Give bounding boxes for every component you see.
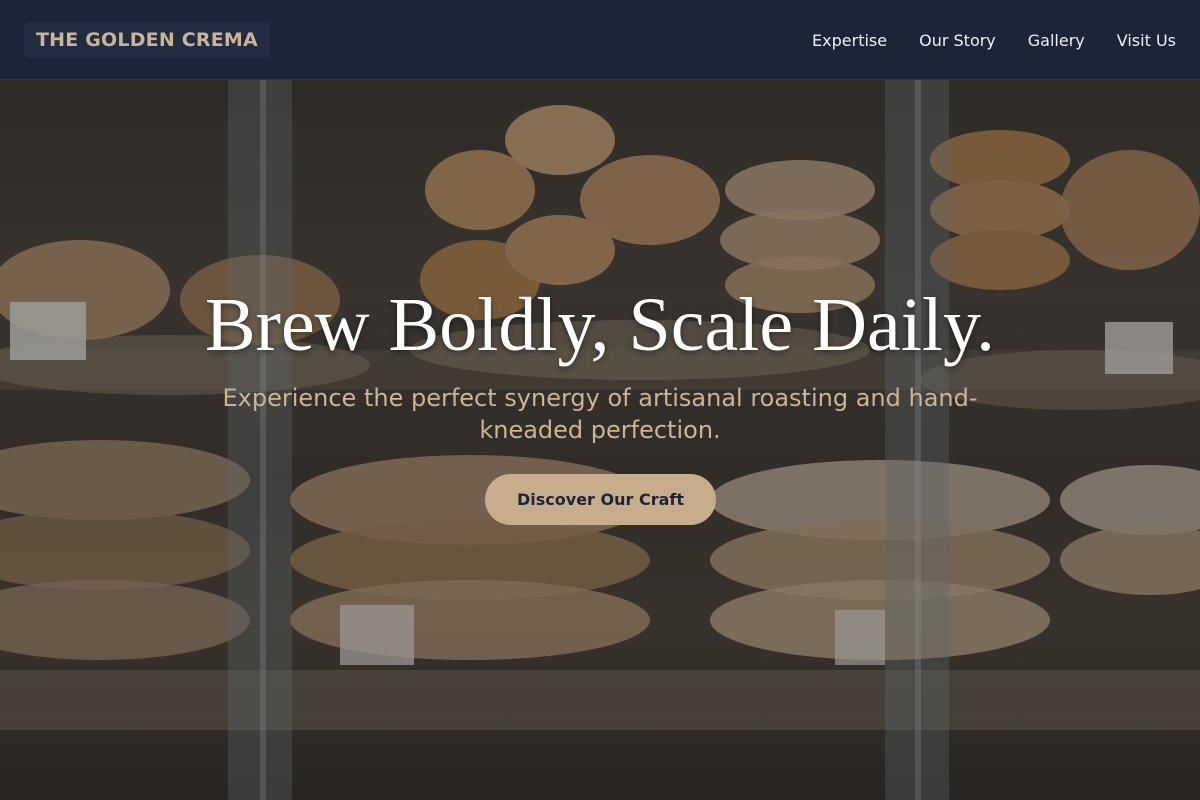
hero-section: Brew Boldly, Scale Daily. Experience the…	[0, 80, 1200, 800]
main-menu: Expertise Our Story Gallery Visit Us	[812, 0, 1176, 80]
hero-headline: Brew Boldly, Scale Daily.	[204, 283, 996, 367]
nav-link-visit-us[interactable]: Visit Us	[1117, 31, 1176, 50]
hero-content: Brew Boldly, Scale Daily. Experience the…	[0, 80, 1200, 800]
nav-link-expertise[interactable]: Expertise	[812, 31, 887, 50]
nav-link-gallery[interactable]: Gallery	[1028, 31, 1085, 50]
nav-link-our-story[interactable]: Our Story	[919, 31, 996, 50]
hero-subheadline: Experience the perfect synergy of artisa…	[222, 384, 978, 444]
top-navbar: THE GOLDEN CREMA Expertise Our Story Gal…	[0, 0, 1200, 80]
brand-logo[interactable]: THE GOLDEN CREMA	[24, 22, 270, 58]
discover-craft-button[interactable]: Discover Our Craft	[485, 474, 716, 525]
